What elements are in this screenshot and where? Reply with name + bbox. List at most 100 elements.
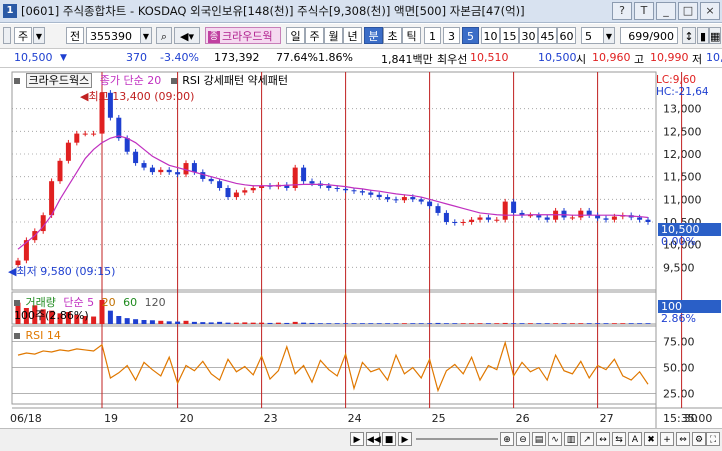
search-icon[interactable]: ⌕ — [156, 27, 172, 44]
signal-legend[interactable]: RSI 강세패턴 약세패턴 — [182, 74, 288, 87]
text-button[interactable]: T — [634, 2, 654, 20]
period-month[interactable]: 월 — [324, 27, 343, 44]
rsi-line — [17, 340, 649, 393]
trade-icon[interactable]: ↕ — [682, 27, 696, 44]
settings-icon[interactable]: ⚙ — [692, 432, 706, 446]
rsi-tick-label: 25.00 — [663, 388, 695, 401]
price-legend: 크라우드웍스 종가 단순 20 RSI 강세패턴 약세패턴 — [14, 72, 288, 88]
volume-bar — [141, 320, 147, 324]
volume-bar — [124, 318, 130, 324]
candle-body — [208, 178, 214, 182]
zoom-out-icon[interactable]: ⊖ — [516, 432, 530, 446]
volume-bar — [242, 322, 248, 324]
volume-bar — [561, 323, 567, 324]
stock-name-label[interactable]: 크라우드웍스 — [25, 73, 93, 88]
candle-body — [376, 194, 382, 198]
market-dropdown-icon[interactable]: ▼ — [33, 27, 45, 44]
candle-body — [301, 167, 307, 182]
volume-bar — [469, 323, 475, 324]
period-week[interactable]: 주 — [305, 27, 324, 44]
legend-box-icon — [14, 300, 20, 306]
code-dropdown-icon[interactable]: ▼ — [140, 27, 152, 44]
interval-3[interactable]: 3 — [443, 27, 460, 44]
ma-legend[interactable]: 종가 단순 20 — [100, 74, 161, 87]
ma20-line — [17, 135, 649, 250]
stop-icon[interactable]: ■ — [382, 432, 396, 446]
interval-60[interactable]: 60 — [557, 27, 576, 44]
volume-bar — [401, 323, 407, 324]
period-minute[interactable]: 분 — [364, 27, 383, 44]
interval-15[interactable]: 15 — [500, 27, 519, 44]
volume-ma-120: 120 — [144, 296, 166, 309]
period-tick[interactable]: 틱 — [402, 27, 421, 44]
volume-bar — [317, 323, 323, 324]
interval-1[interactable]: 1 — [424, 27, 441, 44]
candle-body — [477, 217, 483, 220]
candle-body — [393, 199, 399, 201]
maximize-button[interactable]: □ — [678, 2, 698, 20]
chart-type-icon[interactable]: ▥ — [564, 432, 578, 446]
speaker-icon[interactable]: ◀▾ — [174, 27, 200, 44]
fullscreen-icon[interactable]: ⛶ — [706, 432, 720, 446]
candle-body — [65, 142, 71, 161]
delete-icon[interactable]: ✖ — [644, 432, 658, 446]
volume-bar — [149, 320, 155, 324]
chart-name-tag[interactable]: 종 크라우드웍 — [205, 27, 281, 44]
layout-icon[interactable]: ▤ — [532, 432, 546, 446]
interval-10[interactable]: 10 — [481, 27, 500, 44]
font-increase-icon[interactable]: A — [628, 432, 642, 446]
interval-5[interactable]: 5 — [462, 27, 479, 44]
minimize-button[interactable]: _ — [656, 2, 676, 20]
arrow-icon[interactable]: ↗ — [580, 432, 594, 446]
interval-dropdown-icon[interactable]: ▼ — [603, 27, 615, 44]
volume-bar — [410, 323, 416, 324]
play-icon[interactable]: ▶ — [398, 432, 412, 446]
indicator-icon[interactable]: ∿ — [548, 432, 562, 446]
candle-body — [578, 210, 584, 218]
arrange-icon[interactable]: ⇆ — [612, 432, 626, 446]
scroll-track[interactable] — [416, 438, 498, 440]
zoom-in-icon[interactable]: ⊕ — [500, 432, 514, 446]
grip-icon — [3, 27, 11, 44]
grid-icon[interactable]: ▦ — [709, 27, 721, 44]
date-tick-label: 23 — [264, 412, 278, 425]
panel-frame — [11, 325, 657, 405]
close-button[interactable]: × — [700, 2, 720, 20]
volume-bar — [166, 321, 172, 324]
price-tick-label: 13,000 — [663, 103, 702, 116]
chart-area[interactable]: 13,00012,50012,00011,50011,00010,50010,0… — [0, 68, 722, 450]
scroll-right-icon[interactable]: ▶ — [350, 432, 364, 446]
line-tool-icon[interactable]: ↔ — [596, 432, 610, 446]
chart-name-label: 크라우드웍 — [222, 30, 273, 43]
low-price: 10,000 — [706, 51, 722, 64]
volume-ratio: 77.64% — [276, 51, 318, 64]
rewind-icon[interactable]: ◀◀ — [366, 432, 381, 446]
volume-bar — [527, 323, 533, 324]
candle-body — [611, 216, 617, 220]
expand-icon[interactable]: ⇔ — [676, 432, 690, 446]
price-tick-label: 12,500 — [663, 125, 702, 138]
split-icon[interactable]: ▮ — [697, 27, 709, 44]
volume-bar — [107, 310, 113, 324]
volume-bar — [418, 323, 424, 324]
stock-chart-svg[interactable]: 13,00012,50012,00011,50011,00010,50010,0… — [0, 68, 722, 428]
candle-body — [645, 219, 651, 222]
count-input[interactable]: 699/900 — [620, 27, 678, 44]
period-day[interactable]: 일 — [286, 27, 305, 44]
help-button[interactable]: ? — [612, 2, 632, 20]
interval-30[interactable]: 30 — [519, 27, 538, 44]
interval-45[interactable]: 45 — [538, 27, 557, 44]
add-icon[interactable]: + — [660, 432, 674, 446]
volume-ma-20: 20 — [101, 296, 116, 309]
candle-body — [544, 217, 550, 220]
period-year[interactable]: 년 — [343, 27, 362, 44]
period-second[interactable]: 초 — [383, 27, 402, 44]
market-select[interactable]: 주 — [14, 27, 32, 44]
candle-body — [200, 172, 206, 179]
exchange-select[interactable]: 전 — [66, 27, 84, 44]
volume-bar — [158, 320, 164, 324]
volume-bar — [385, 323, 391, 324]
rsi-label[interactable]: RSI 14 — [26, 329, 61, 342]
window-controls: ? T _ □ × — [612, 2, 720, 20]
volume-bar — [351, 323, 357, 324]
